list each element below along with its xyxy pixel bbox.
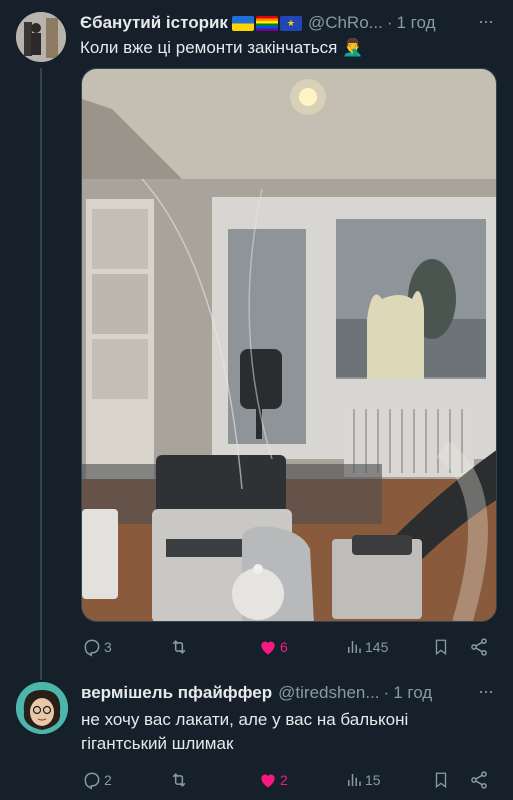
tweet1-share-button[interactable]	[469, 637, 489, 657]
tweet1-like-button[interactable]: 6	[258, 637, 288, 657]
avatar-illustration-icon	[16, 682, 68, 734]
avatar-tweet2[interactable]	[16, 682, 68, 734]
eu-flag-icon: ★	[279, 15, 302, 31]
share-icon	[471, 638, 487, 656]
tweet2-author-name[interactable]: вермішель пфайффер	[81, 683, 272, 703]
tweet1-separator: ·	[386, 13, 393, 32]
heart-filled-icon	[261, 641, 275, 655]
reply-icon	[84, 639, 100, 657]
tweet2-view-count: 15	[365, 772, 381, 788]
share-icon	[471, 771, 487, 789]
tweet1-text: Коли вже ці ремонти закінчаться 🤦‍♂️	[80, 36, 363, 60]
tweet2-header: вермішель пфайффер @tiredshen... · 1 год	[81, 683, 432, 703]
facepalm-emoji: 🤦‍♂️	[342, 38, 364, 57]
tweet2-retweet-button[interactable]	[168, 770, 190, 790]
retweet-icon	[172, 640, 186, 654]
renovation-room-photo-icon	[82, 69, 496, 621]
tweet2-reply-count: 2	[104, 772, 112, 788]
retweet-icon	[172, 773, 186, 787]
views-icon	[348, 774, 361, 786]
bookmark-icon	[435, 639, 447, 656]
tweet1-photo[interactable]	[81, 68, 497, 622]
tweet2-separator: ·	[383, 683, 390, 702]
tweet2-handle[interactable]: @tiredshen...	[278, 683, 379, 703]
reply-icon	[84, 772, 100, 790]
ukraine-flag-icon	[231, 15, 254, 31]
tweet1-text-body: Коли вже ці ремонти закінчаться	[80, 38, 338, 57]
avatar-tweet1[interactable]	[16, 12, 66, 62]
heart-filled-icon	[261, 774, 275, 788]
tweet1-handle[interactable]: @ChRo...	[308, 13, 383, 33]
tweet2-views-button[interactable]: 15	[345, 770, 381, 790]
tweet1-reply-button[interactable]: 3	[82, 637, 112, 657]
tweet2-text: не хочу вас лакати, але у вас на балькон…	[81, 710, 409, 753]
bookmark-icon	[435, 772, 447, 789]
thread-connector-line	[40, 68, 42, 680]
tweet2-like-button[interactable]: 2	[258, 770, 288, 790]
tweet1-author-name[interactable]: Єбанутий історик	[80, 13, 228, 33]
tweet1-more-icon[interactable]: ···	[478, 11, 494, 32]
tweet2-like-count: 2	[280, 772, 288, 788]
tweet1-view-count: 145	[365, 639, 389, 655]
tweet1-retweet-button[interactable]	[168, 637, 190, 657]
tweet1-time[interactable]: 1 год	[397, 13, 436, 33]
tweet1-reply-count: 3	[104, 639, 112, 655]
tweet1-like-count: 6	[280, 639, 288, 655]
tweet2-time[interactable]: 1 год	[393, 683, 432, 703]
tweet2-bookmark-button[interactable]	[432, 770, 450, 790]
tweet2-share-button[interactable]	[469, 770, 489, 790]
tweet1-views-button[interactable]: 145	[345, 637, 388, 657]
tweet2-more-icon[interactable]: ···	[478, 681, 494, 702]
avatar-photo-icon	[16, 12, 66, 62]
tweet1-flags: ★	[231, 15, 302, 31]
pride-flag-icon	[255, 15, 278, 31]
views-icon	[348, 641, 361, 653]
tweet2-reply-button[interactable]: 2	[82, 770, 112, 790]
tweet1-bookmark-button[interactable]	[432, 637, 450, 657]
tweet1-header: Єбанутий історик ★ @ChRo... · 1 год	[80, 13, 436, 33]
